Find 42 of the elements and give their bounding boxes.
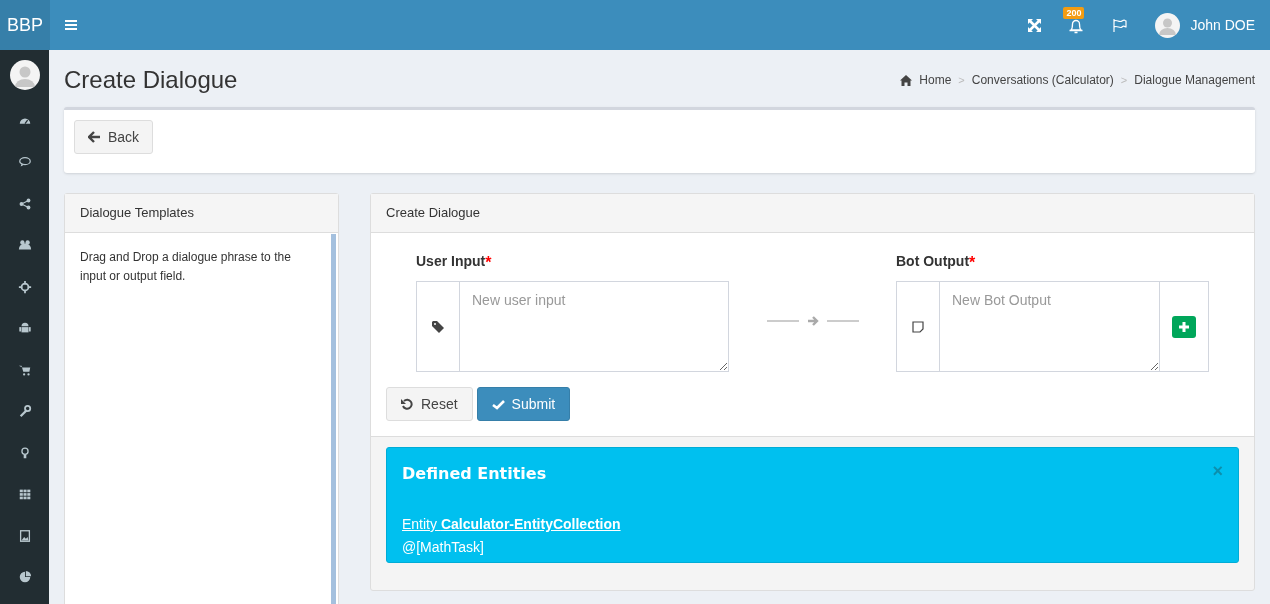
field-label: User Input [416, 253, 486, 269]
menu-icon[interactable] [65, 20, 77, 30]
input-field[interactable]: New Bot Output [896, 281, 1209, 372]
flag-icon[interactable] [1113, 18, 1128, 32]
tag-icon [432, 320, 444, 333]
check-icon [491, 398, 505, 410]
required-mark: * [485, 254, 492, 271]
breadcrumb-link[interactable]: Home [919, 71, 952, 89]
crosshairs-icon[interactable] [17, 279, 32, 294]
panel-text: Drag and Drop a dialogue phrase to the input or output field. [79, 249, 292, 285]
home-icon [900, 74, 913, 86]
note-icon [912, 320, 924, 333]
breadcrumb-link[interactable]: Conversations (Calculator) [971, 71, 1114, 89]
share-icon[interactable] [17, 196, 32, 211]
panel-title: Dialogue Templates [80, 204, 194, 223]
expand-icon[interactable] [1028, 18, 1042, 32]
input-field[interactable]: New user input [416, 281, 729, 372]
back-button[interactable]: Back [74, 120, 154, 154]
pie-chart-icon[interactable] [17, 570, 32, 585]
breadcrumb-link[interactable]: Dialogue Management [1134, 71, 1255, 89]
submit-button[interactable]: Submit [476, 387, 571, 421]
panel-title: Create Dialogue [386, 204, 480, 223]
reset-button[interactable]: Reset [386, 387, 473, 421]
arrow-left-icon [88, 131, 100, 143]
plus-icon [1178, 320, 1190, 333]
required-mark: * [969, 254, 976, 271]
grid-icon[interactable] [17, 487, 32, 502]
wrench-icon[interactable] [17, 404, 32, 419]
bell-icon[interactable] [1069, 18, 1084, 34]
field-label: Bot Output [896, 253, 970, 269]
image-file-icon[interactable] [17, 528, 32, 543]
add-button[interactable] [1172, 315, 1196, 338]
user-name[interactable]: John DOE [1190, 14, 1255, 36]
scrollbar[interactable] [331, 234, 336, 604]
user-avatar[interactable] [9, 60, 40, 90]
undo-icon [401, 398, 413, 410]
entity-text: @[MathTask] [402, 538, 485, 557]
breadcrumb-separator: > [1120, 72, 1128, 88]
page-title: Create Dialogue [64, 65, 238, 95]
callout-title: Defined Entities [402, 463, 547, 485]
breadcrumb-separator: > [958, 72, 965, 88]
notification-badge: 200 [1063, 6, 1085, 19]
